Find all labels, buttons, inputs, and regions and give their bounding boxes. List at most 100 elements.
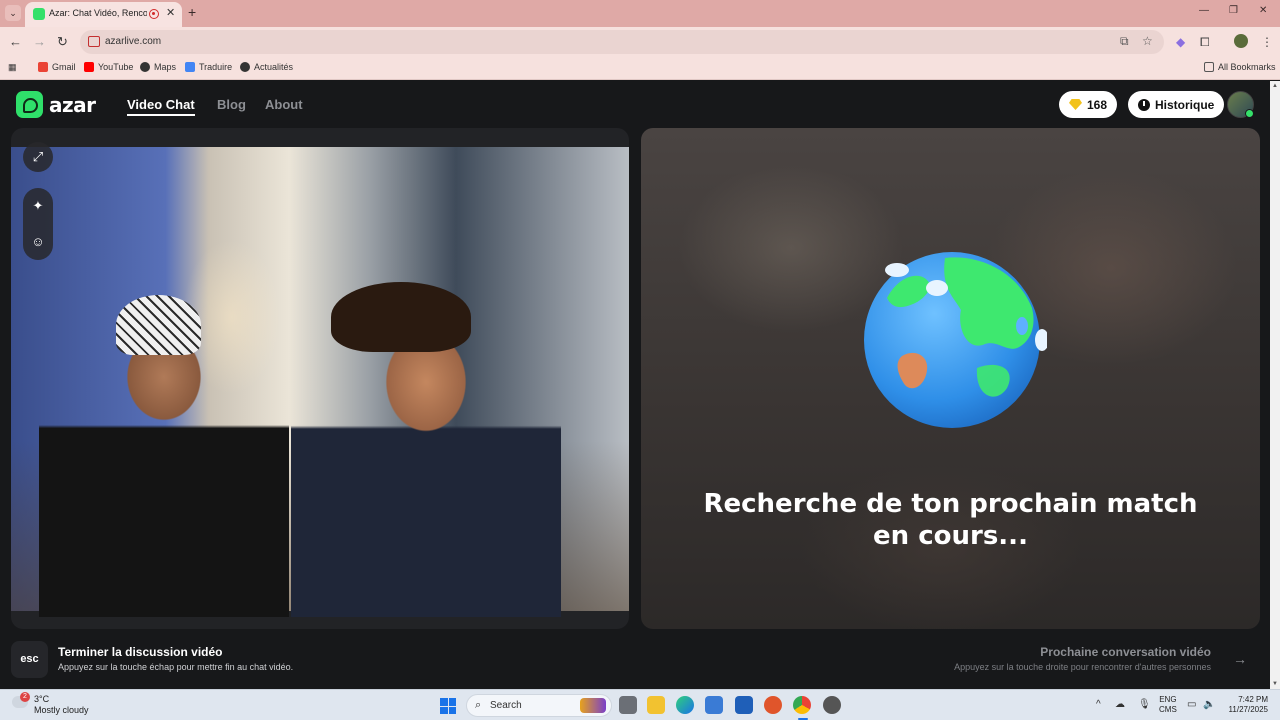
logo-wordmark: azar	[49, 92, 96, 117]
bookmark-maps[interactable]: Maps	[140, 62, 176, 72]
camera-in-use-icon[interactable]	[88, 36, 100, 47]
history-clock-icon	[1138, 98, 1150, 111]
browser-tab[interactable]: Azar: Chat Vidéo, Rencontr ✕	[25, 2, 182, 27]
bookmark-traduire[interactable]: Traduire	[185, 62, 232, 72]
mail-icon[interactable]	[735, 696, 753, 714]
folder-icon	[1204, 62, 1214, 72]
microphone-icon[interactable]: 🎙	[1138, 699, 1151, 710]
url-text: azarlive.com	[105, 36, 162, 47]
person-right-hair	[331, 282, 471, 352]
nav-active-underline	[127, 114, 195, 116]
restore-window-icon[interactable]: ❐	[1229, 5, 1238, 16]
globe-illustration-icon	[864, 252, 1047, 428]
end-chat-title: Terminer la discussion vidéo	[58, 645, 223, 659]
bookmark-youtube[interactable]: YouTube	[84, 62, 133, 72]
azar-logo[interactable]: azar	[16, 91, 96, 118]
bookmarks-bar: ▦ Gmail YouTube Maps Traduire Actualités…	[0, 57, 1280, 80]
chrome-icon[interactable]	[793, 696, 811, 714]
browser-toolbar: ← → ↻ azarlive.com ⧉ ☆	[0, 27, 1280, 57]
windows-start-icon[interactable]	[440, 698, 456, 714]
bookmark-gmail[interactable]: Gmail	[38, 62, 76, 72]
local-camera-feed	[11, 147, 629, 617]
person-left-hat	[116, 295, 201, 355]
sparkle-effects-icon[interactable]: ✦	[23, 188, 53, 224]
language-indicator[interactable]: ENG CMS	[1159, 695, 1177, 715]
new-tab-icon[interactable]: +	[188, 4, 196, 20]
temperature: 3°C	[34, 694, 50, 704]
task-view-icon[interactable]	[619, 696, 637, 714]
extension-puzzle-icon[interactable]: ◆	[1176, 35, 1185, 49]
end-chat-subtitle: Appuyez sur la touche échap pour mettre …	[58, 662, 294, 672]
nav-video-chat[interactable]: Video Chat	[127, 97, 195, 112]
install-app-icon[interactable]: ⧉	[1120, 34, 1129, 49]
tab-title: Azar: Chat Vidéo, Rencontr	[49, 8, 147, 18]
file-explorer-icon[interactable]	[647, 696, 665, 714]
store-icon[interactable]	[705, 696, 723, 714]
browser-tab-strip: ⌄ Azar: Chat Vidéo, Rencontr ✕ + — ❐ ✕	[0, 0, 1280, 27]
clock-time: 7:42 PM	[1238, 695, 1268, 704]
search-highlight-icon	[580, 698, 606, 713]
translate-icon	[185, 62, 195, 72]
page-scrollbar[interactable]: ▲ ▼	[1270, 81, 1280, 689]
next-chat-title: Prochaine conversation vidéo	[1040, 645, 1211, 659]
app-notification-icon[interactable]	[823, 696, 841, 714]
scroll-down-icon[interactable]: ▼	[1272, 681, 1278, 687]
close-window-icon[interactable]: ✕	[1259, 5, 1267, 16]
azar-logo-icon	[16, 91, 43, 118]
local-video-panel: ⤢ ✦ ☺	[11, 128, 629, 629]
forward-icon[interactable]: →	[33, 34, 46, 49]
keyboard-hints-bar: esc Terminer la discussion vidéo Appuyez…	[0, 630, 1270, 688]
extensions-icon[interactable]: ⧠	[1200, 35, 1210, 50]
apps-grid-icon[interactable]: ▦	[8, 62, 17, 73]
tray-overflow-icon[interactable]: ^	[1096, 699, 1101, 710]
bookmark-actualites[interactable]: Actualités	[240, 62, 293, 72]
esc-key-button[interactable]: esc	[11, 641, 48, 678]
news-globe-icon	[240, 62, 250, 72]
bookmark-star-icon[interactable]: ☆	[1142, 34, 1153, 48]
user-avatar[interactable]	[1227, 91, 1254, 118]
recording-indicator-icon	[149, 9, 159, 19]
nav-blog[interactable]: Blog	[217, 97, 246, 112]
app-header: azar Video Chat Blog About 168 Historiqu…	[0, 81, 1270, 128]
address-bar[interactable]: azarlive.com ⧉ ☆	[80, 30, 1164, 54]
weather-badge: 2	[20, 692, 30, 702]
tab-close-icon[interactable]: ✕	[166, 6, 175, 19]
system-clock[interactable]: 7:42 PM 11/27/2025	[1222, 695, 1268, 715]
next-arrow-icon[interactable]: →	[1226, 645, 1254, 673]
tab-search-chevron-icon[interactable]: ⌄	[5, 5, 21, 21]
browser-profile-avatar[interactable]	[1234, 34, 1248, 48]
onedrive-icon[interactable]: ☁	[1115, 699, 1125, 710]
clock-date: 11/27/2025	[1228, 705, 1268, 714]
gems-balance-button[interactable]: 168	[1059, 91, 1118, 118]
minimize-window-icon[interactable]: —	[1199, 5, 1209, 16]
nav-about[interactable]: About	[265, 97, 303, 112]
history-button[interactable]: Historique	[1128, 91, 1225, 118]
network-icon[interactable]: ▭	[1187, 699, 1196, 710]
brave-icon[interactable]	[764, 696, 782, 714]
back-icon[interactable]: ←	[9, 34, 22, 49]
gmail-icon	[38, 62, 48, 72]
gems-count: 168	[1087, 97, 1108, 112]
lang-primary: ENG	[1159, 695, 1177, 704]
browser-menu-icon[interactable]: ⋮	[1261, 35, 1273, 49]
windows-taskbar: 2 3°C Mostly cloudy ⌕ Search ^ ☁ 🎙 ENG C…	[0, 689, 1280, 720]
weather-condition: Mostly cloudy	[34, 705, 89, 715]
all-bookmarks[interactable]: All Bookmarks	[1204, 62, 1276, 72]
scroll-up-icon[interactable]: ▲	[1272, 83, 1278, 89]
expand-icon[interactable]: ⤢	[23, 142, 53, 172]
next-chat-subtitle: Appuyez sur la touche droite pour rencon…	[954, 662, 1211, 672]
remote-video-panel: Recherche de ton prochain match en cours…	[641, 128, 1260, 629]
reload-icon[interactable]: ↻	[57, 34, 68, 50]
history-label: Historique	[1155, 97, 1215, 112]
lang-secondary: CMS	[1159, 705, 1177, 714]
volume-icon[interactable]: 🔈	[1203, 699, 1215, 710]
azar-favicon-icon	[33, 8, 45, 20]
edge-browser-icon[interactable]	[676, 696, 694, 714]
gem-icon	[1069, 99, 1082, 110]
taskbar-search[interactable]: ⌕ Search	[466, 694, 612, 717]
youtube-icon	[84, 62, 94, 72]
maps-globe-icon	[140, 62, 150, 72]
effects-toolbar: ✦ ☺	[23, 188, 53, 260]
online-status-dot	[1245, 109, 1254, 118]
face-filter-icon[interactable]: ☺	[23, 224, 53, 260]
